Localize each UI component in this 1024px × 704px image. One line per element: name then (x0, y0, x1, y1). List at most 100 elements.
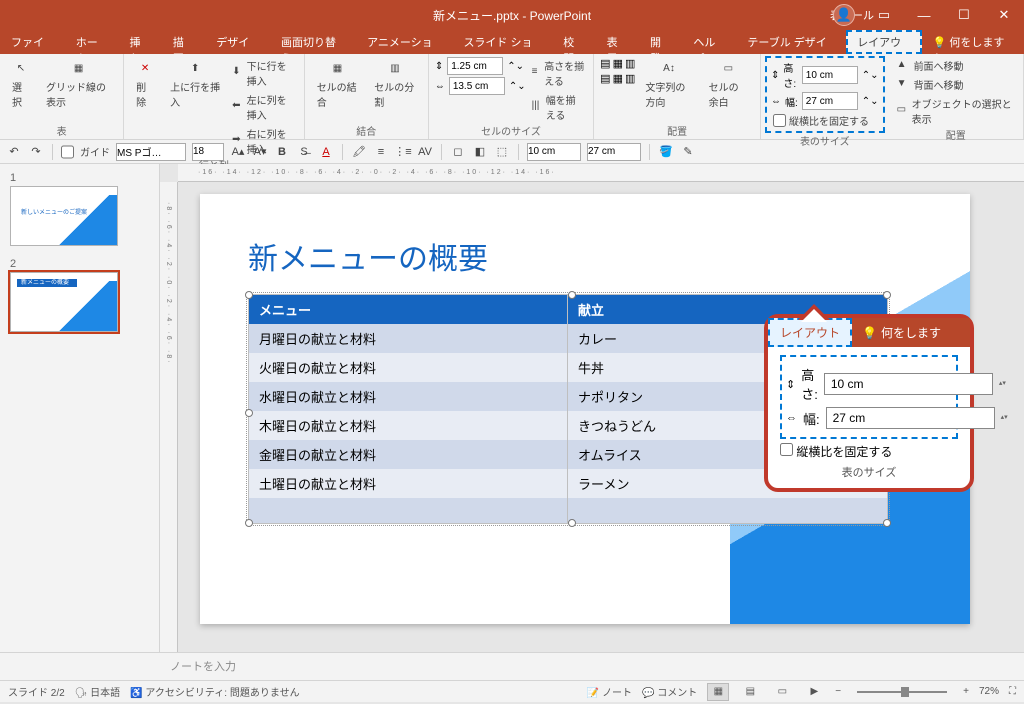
table-cell[interactable]: 土曜日の献立と材料 (249, 469, 568, 498)
col-width-input[interactable] (449, 77, 505, 95)
align-tc-button[interactable]: ▦ (613, 57, 623, 70)
shape-width-input[interactable] (587, 143, 641, 161)
slide-title[interactable]: 新メニューの概要 (248, 234, 488, 278)
align-button[interactable]: ≡ (373, 144, 389, 160)
redo-button[interactable]: ↷ (28, 144, 44, 160)
tab-transitions[interactable]: 画面切り替え (270, 30, 356, 54)
language-status[interactable]: 日本語 (90, 688, 120, 699)
tab-layout[interactable]: レイアウト (846, 30, 921, 54)
align-mr-button[interactable]: ▥ (625, 72, 635, 85)
zoom-slider[interactable] (857, 691, 947, 693)
arrange-button[interactable]: ◧ (472, 144, 488, 160)
shape-height-input[interactable] (527, 143, 581, 161)
zoom-out-button[interactable]: − (835, 686, 841, 697)
insert-above-button[interactable]: ⬆上に行を挿入 (164, 57, 226, 111)
align-tl-button[interactable]: ▤ (600, 57, 610, 70)
insert-below-button[interactable]: ⬇下に行を挿入 (230, 57, 298, 89)
outline-button[interactable]: ✎ (680, 144, 696, 160)
insert-right-button[interactable]: ➡右に列を挿入 (230, 125, 298, 157)
group-label-table: 表 (57, 123, 67, 138)
notes-pane[interactable]: ノートを入力 (0, 652, 1024, 680)
zoom-in-button[interactable]: + (963, 686, 969, 697)
comments-toggle[interactable]: 💬 コメント (642, 684, 697, 699)
fill-button[interactable]: 🪣 (658, 144, 674, 160)
notes-toggle[interactable]: 📝 ノート (587, 684, 632, 699)
spinner-icon[interactable]: ▴▾ (1001, 415, 1008, 421)
tell-me[interactable]: 💡 何をしますか (922, 30, 1024, 54)
split-cells-button[interactable]: ▥セルの分割 (368, 57, 422, 111)
undo-button[interactable]: ↶ (6, 144, 22, 160)
table-cell[interactable]: 月曜日の献立と材料 (249, 324, 568, 353)
callout-tab-layout[interactable]: レイアウト (768, 318, 852, 347)
tab-review[interactable]: 校閲 (552, 30, 595, 54)
insert-left-button[interactable]: ⬅左に列を挿入 (230, 91, 298, 123)
strike-button[interactable]: S̶ (296, 144, 312, 160)
table-cell[interactable] (568, 498, 887, 523)
tab-home[interactable]: ホーム (65, 30, 119, 54)
callout-width-input[interactable] (826, 407, 995, 429)
tab-insert[interactable]: 挿入 (118, 30, 161, 54)
send-backward-button[interactable]: ▼背面へ移動 (895, 76, 1017, 93)
delete-button[interactable]: ✕削除 (130, 57, 160, 111)
tab-slideshow[interactable]: スライド ショー (452, 30, 552, 54)
normal-view-button[interactable]: ▦ (707, 683, 729, 701)
align-tr-button[interactable]: ▥ (625, 57, 635, 70)
text-direction-button[interactable]: A↕文字列の方向 (639, 57, 698, 111)
callout-height-input[interactable] (824, 373, 993, 395)
cell-margin-button[interactable]: ▭セルの余白 (703, 57, 754, 111)
callout-lock-checkbox[interactable] (780, 443, 793, 456)
bullets-button[interactable]: ⋮≡ (395, 144, 411, 160)
tab-view[interactable]: 表示 (596, 30, 639, 54)
zoom-level[interactable]: 72% (979, 686, 999, 697)
tab-design[interactable]: デザイン (205, 30, 270, 54)
selection-pane-button[interactable]: ▭オブジェクトの選択と表示 (895, 95, 1017, 127)
accessibility-status[interactable]: アクセシビリティ: 問題ありません (145, 688, 299, 699)
lock-aspect-checkbox[interactable] (773, 114, 786, 127)
guide-checkbox[interactable] (61, 143, 74, 161)
table-width-input[interactable] (802, 92, 858, 110)
align-mc-button[interactable]: ▦ (613, 72, 623, 85)
view-gridlines-button[interactable]: ▦グリッド線の表示 (40, 57, 117, 111)
table-cell[interactable]: 火曜日の献立と材料 (249, 353, 568, 382)
distribute-cols-button[interactable]: |||幅を揃える (530, 91, 588, 123)
account-button[interactable]: 👤 (824, 0, 864, 30)
table-cell[interactable]: 木曜日の献立と材料 (249, 411, 568, 440)
select-button[interactable]: ↖選択 (6, 57, 36, 111)
bring-forward-button[interactable]: ▲前面へ移動 (895, 57, 1017, 74)
table-cell[interactable]: 金曜日の献立と材料 (249, 440, 568, 469)
close-button[interactable]: ✕ (984, 0, 1024, 30)
merge-cells-button[interactable]: ▦セルの結合 (311, 57, 365, 111)
table-cell[interactable] (249, 498, 568, 523)
highlight-button[interactable]: 🖍 (351, 144, 367, 160)
thumbnail-2[interactable]: 2 新メニューの概要 (10, 258, 149, 332)
align-ml-button[interactable]: ▤ (600, 72, 610, 85)
distribute-rows-button[interactable]: ≡高さを揃える (530, 57, 588, 89)
tab-animations[interactable]: アニメーション (356, 30, 452, 54)
shapes-button[interactable]: ◻ (450, 144, 466, 160)
slideshow-view-button[interactable]: ▶ (803, 683, 825, 701)
font-color-button[interactable]: A (318, 144, 334, 160)
tab-help[interactable]: ヘルプ (682, 30, 736, 54)
thumbnail-1[interactable]: 1 新しいメニューのご提案 (10, 172, 149, 246)
tab-developer[interactable]: 開発 (639, 30, 682, 54)
table-cell[interactable]: 水曜日の献立と材料 (249, 382, 568, 411)
tab-draw[interactable]: 描画 (162, 30, 205, 54)
spacing-button[interactable]: AV (417, 144, 433, 160)
callout-tell-me[interactable]: 💡何をします (852, 318, 970, 347)
spinner-icon[interactable]: ▴▾ (999, 381, 1006, 387)
callout-width-label: 幅: (803, 409, 820, 428)
reading-view-button[interactable]: ▭ (771, 683, 793, 701)
fit-window-button[interactable]: ⛶ (1009, 686, 1016, 697)
table-width-icon: ⇔ (771, 96, 781, 107)
ribbon-display-button[interactable]: ▭ (864, 0, 904, 30)
grid-icon: ▦ (70, 59, 88, 77)
tab-table-design[interactable]: テーブル デザイン (736, 30, 846, 54)
row-height-input[interactable] (447, 57, 503, 75)
minimize-button[interactable]: ― (904, 0, 944, 30)
tab-file[interactable]: ファイル (0, 30, 65, 54)
header-cell[interactable]: メニュー (249, 295, 568, 324)
group-button[interactable]: ⬚ (494, 144, 510, 160)
table-height-input[interactable] (802, 66, 858, 84)
maximize-button[interactable]: ☐ (944, 0, 984, 30)
sorter-view-button[interactable]: ▤ (739, 683, 761, 701)
